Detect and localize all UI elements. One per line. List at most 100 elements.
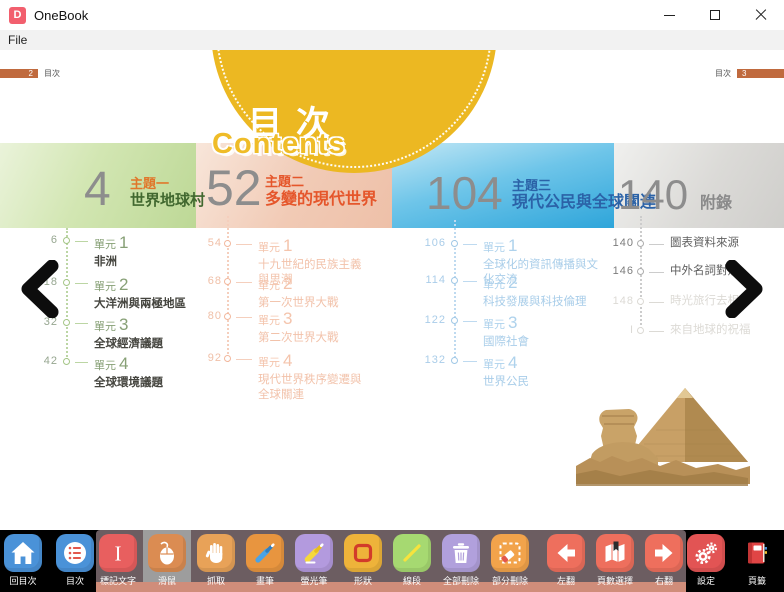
toc-connector-line	[236, 359, 252, 360]
close-button[interactable]	[738, 0, 784, 30]
toc-connector-line	[236, 244, 252, 245]
toolbar-book-button[interactable]: 頁籤	[733, 532, 781, 590]
toc-item-label: 單元3國際社會	[483, 312, 605, 350]
section-start-page: 140	[618, 174, 688, 216]
minimize-button[interactable]	[646, 0, 692, 30]
page-number: 106	[412, 237, 446, 249]
section-title: 世界地球村	[130, 193, 205, 208]
titlebar: D OneBook	[0, 0, 784, 30]
toc-item[interactable]: I來自地球的祝福	[600, 324, 778, 358]
toolbar-mouse-button[interactable]: 滑鼠	[143, 532, 191, 590]
toc-item-label: 單元2第一次世界大戰	[258, 273, 370, 311]
gear-icon	[687, 534, 725, 572]
next-page-chevron[interactable]	[724, 260, 766, 318]
toc-connector-line	[236, 317, 252, 318]
partial-erase-icon	[491, 534, 529, 572]
toc-item[interactable]: 68單元2第一次世界大戰	[188, 275, 370, 309]
toc-item-label: 圖表資料來源	[670, 235, 778, 251]
toc-node-circle	[637, 298, 644, 305]
unit-label: 單元3	[258, 308, 370, 330]
toolbar-pen-button[interactable]: 畫筆	[241, 532, 289, 590]
toc-connector-line	[463, 244, 477, 245]
maximize-button[interactable]	[692, 0, 738, 30]
toc-connector-line	[649, 331, 664, 332]
page-number: 140	[600, 237, 634, 249]
toolbar-gear-button[interactable]: 設定	[682, 532, 730, 590]
toolbar-shape-button[interactable]: 形狀	[339, 532, 387, 590]
toc-item[interactable]: 54單元1十九世紀的民族主義與思潮	[188, 237, 370, 271]
shape-icon	[344, 534, 382, 572]
app-window: D OneBook File 2 目次 目次 3 目次 Contents 4主題…	[0, 0, 784, 592]
toc-item[interactable]: 92單元4現代世界秩序變遷與全球關連	[188, 352, 370, 386]
toolbar-button-label: 部分刪除	[482, 574, 538, 587]
page-number: 6	[24, 234, 58, 246]
toc-connector-line	[75, 323, 88, 324]
toolbar-button-label: 設定	[678, 574, 734, 587]
toc-item[interactable]: 106單元1全球化的資訊傳播與文化交流	[412, 237, 605, 271]
toolbar-line-button[interactable]: 線段	[388, 532, 436, 590]
toolbar-button-label: 線段	[384, 574, 440, 587]
toolbar-button-label: 螢光筆	[286, 574, 342, 587]
toc-item-label: 單元4現代世界秩序變遷與全球關連	[258, 350, 370, 403]
prev-page-chevron[interactable]	[18, 260, 60, 318]
unit-label: 單元4	[483, 352, 605, 374]
unit-label: 單元2	[94, 274, 202, 296]
item-title: 圖表資料來源	[670, 236, 778, 251]
toolbar-highlighter-button[interactable]: 螢光筆	[290, 532, 338, 590]
toolbar-trash-button[interactable]: 全部刪除	[437, 532, 485, 590]
toolbar-button-label: 標記文字	[90, 574, 146, 587]
unit-label: 單元4	[258, 350, 370, 372]
toc-node-circle	[451, 240, 458, 247]
toc-item-label: 單元4全球環境議題	[94, 353, 202, 391]
toolbar-mark-text-button[interactable]: I標記文字	[94, 532, 142, 590]
pages-icon	[596, 534, 634, 572]
toc-title-en: Contents	[212, 128, 346, 161]
close-icon	[755, 9, 767, 21]
toc-node-circle	[451, 317, 458, 324]
toc-connector-line	[75, 283, 88, 284]
toc-item[interactable]: 32單元3全球經濟議題	[24, 316, 202, 350]
toc-node-circle	[637, 268, 644, 275]
unit-label: 單元2	[483, 272, 605, 294]
toc-connector-line	[75, 362, 88, 363]
onebook-logo-icon: D	[9, 7, 26, 24]
toc-item[interactable]: 42單元4全球環境議題	[24, 355, 202, 389]
menu-file[interactable]: File	[0, 33, 35, 47]
toc-item[interactable]: 122 單元3國際社會	[412, 314, 605, 348]
section-theme-label: 主題二	[265, 175, 304, 188]
item-title: 科技發展與科技倫理	[483, 295, 605, 310]
mouse-icon	[148, 534, 186, 572]
toc-item-label: 單元2科技發展與科技倫理	[483, 272, 605, 310]
toc-connector-line	[463, 321, 477, 322]
page-number: I	[600, 324, 634, 336]
item-title: 國際社會	[483, 335, 605, 350]
toolbar-home-button[interactable]: 回目次	[0, 532, 47, 590]
section-start-page: 104	[426, 170, 503, 216]
unit-label: 單元1	[483, 235, 605, 257]
toc-item[interactable]: 114 單元2科技發展與科技倫理	[412, 274, 605, 308]
svg-text:I: I	[115, 542, 122, 566]
unit-label: 單元2	[258, 273, 370, 295]
toc-node-circle	[224, 240, 231, 247]
toc-node-circle	[451, 277, 458, 284]
item-title: 現代世界秩序變遷與全球關連	[258, 373, 370, 403]
item-title: 第二次世界大戰	[258, 331, 370, 346]
toolbar-arrow-left-button[interactable]: 左翻	[542, 532, 590, 590]
arrow-right-icon	[645, 534, 683, 572]
toc-connector-line	[649, 244, 664, 245]
page-number: 122	[412, 314, 446, 326]
toolbar-pages-button[interactable]: 頁數選擇	[591, 532, 639, 590]
page-header-label: 目次	[44, 68, 60, 79]
toolbar-hand-button[interactable]: 抓取	[192, 532, 240, 590]
section-start-page: 4	[84, 166, 111, 214]
section-title: 多變的現代世界	[265, 192, 377, 208]
toc-connector-line	[236, 282, 252, 283]
toc-item[interactable]: 80單元3第二次世界大戰	[188, 310, 370, 344]
pen-icon	[246, 534, 284, 572]
toc-item-label: 單元2大洋洲與兩極地區	[94, 274, 202, 312]
toolbar-partial-erase-button[interactable]: 部分刪除	[486, 532, 534, 590]
page-number: 114	[412, 274, 446, 286]
toc-node-circle	[637, 327, 644, 334]
toolbar-button-label: 頁籤	[729, 574, 784, 587]
line-icon	[393, 534, 431, 572]
